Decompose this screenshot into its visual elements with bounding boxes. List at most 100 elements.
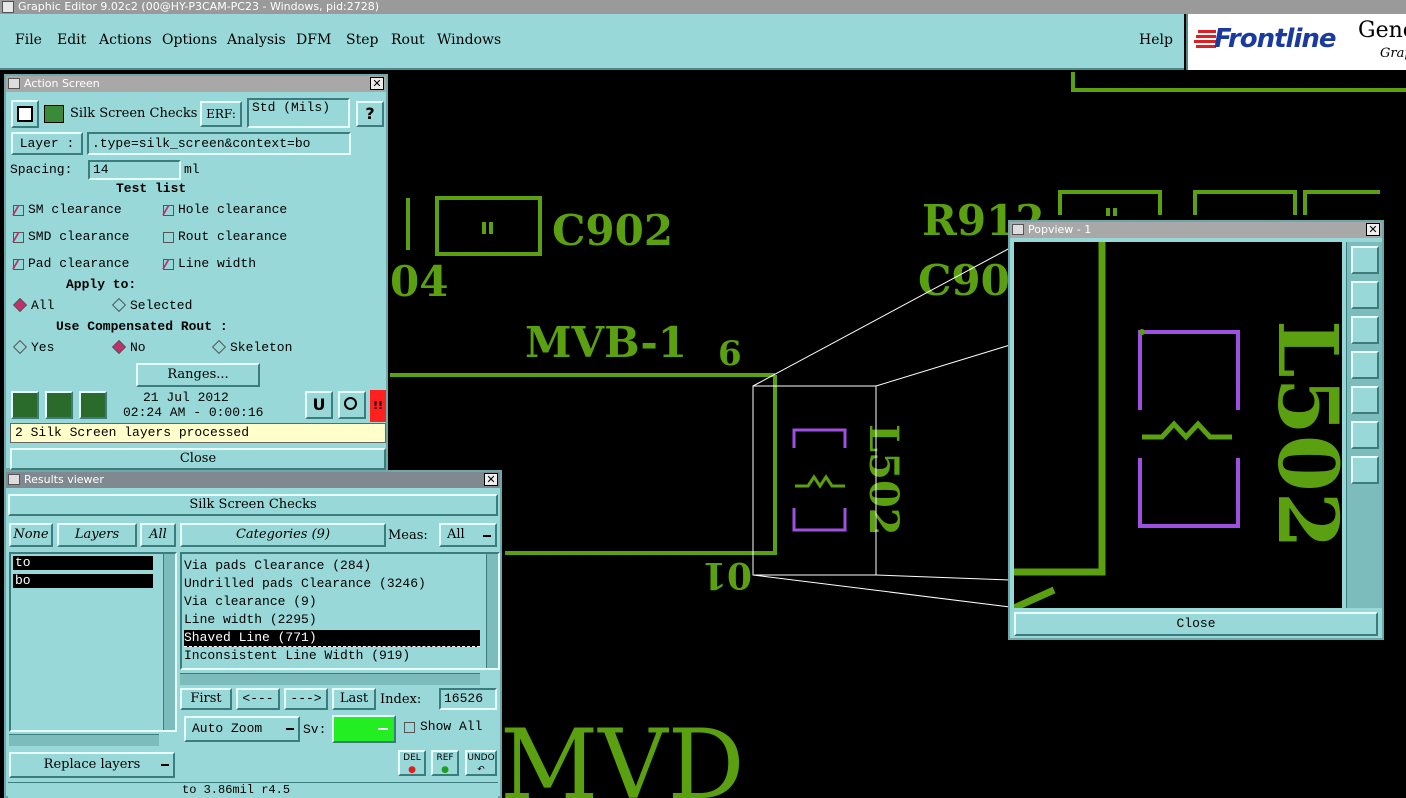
list-item[interactable]: bo	[13, 574, 153, 588]
close-icon[interactable]: ✕	[370, 77, 384, 90]
layers-scrollbar[interactable]	[163, 554, 175, 730]
menu-rout[interactable]: Rout	[391, 32, 425, 48]
run-all-icon[interactable]	[45, 391, 73, 419]
undo-button[interactable]: UNDO ↶	[465, 750, 497, 776]
undo-arrow-icon: ↶	[477, 765, 485, 775]
list-item[interactable]: Via pads Clearance (284)	[184, 558, 371, 573]
menu-analysis[interactable]: Analysis	[227, 32, 286, 48]
run-selected-icon[interactable]	[79, 391, 107, 419]
pan-up-left-icon[interactable]	[1351, 246, 1379, 274]
pan-left-icon[interactable]	[1351, 351, 1379, 379]
all-button[interactable]: All	[140, 523, 176, 547]
menu-windows[interactable]: Windows	[437, 32, 501, 48]
next-button[interactable]: --->	[284, 688, 328, 710]
menu-step[interactable]: Step	[346, 32, 378, 48]
replace-layers-dropdown[interactable]: Replace layers	[9, 752, 175, 778]
pan-up-icon[interactable]	[1351, 281, 1379, 309]
checklist-icon[interactable]	[11, 100, 39, 128]
apply-selected-radio[interactable]	[111, 297, 127, 313]
del-button[interactable]: DEL ●	[398, 750, 426, 776]
label-mvd: MVD	[500, 709, 745, 798]
pan-down-icon[interactable]	[1351, 316, 1379, 344]
del-dot-icon: ●	[408, 765, 416, 775]
close-icon[interactable]: ✕	[1366, 223, 1380, 236]
smd-clearance-checkbox[interactable]	[13, 232, 24, 243]
results-header-button[interactable]: Silk Screen Checks	[8, 494, 498, 516]
spacing-input[interactable]: 14	[88, 160, 181, 180]
help-button[interactable]: ?	[356, 101, 384, 127]
app-icon	[2, 1, 14, 13]
erf-value[interactable]: Std (Mils)	[247, 98, 350, 128]
comp-no-radio[interactable]	[111, 339, 127, 355]
test-list-label: Test list	[116, 181, 187, 196]
u-button[interactable]: U	[305, 391, 333, 419]
line-width-checkbox[interactable]	[163, 259, 174, 270]
action-close-button[interactable]: Close	[10, 448, 386, 470]
categories-scrollbar[interactable]	[486, 554, 498, 668]
categories-button[interactable]: Categories (9)	[180, 523, 386, 547]
window-menu-icon[interactable]	[8, 474, 20, 485]
layer-button[interactable]: Layer :	[11, 132, 83, 155]
layers-hscrollbar[interactable]	[9, 734, 159, 746]
show-all-checkbox[interactable]	[404, 722, 415, 733]
menu-dfm[interactable]: DFM	[296, 32, 331, 48]
pad-clearance-checkbox[interactable]	[13, 259, 24, 270]
list-item[interactable]: Undrilled pads Clearance (3246)	[184, 576, 426, 591]
index-input[interactable]: 16526	[439, 688, 497, 710]
window-menu-icon[interactable]	[1012, 224, 1024, 235]
pan-right-icon[interactable]	[1351, 386, 1379, 414]
menu-options[interactable]: Options	[162, 32, 217, 48]
dropdown-icon	[378, 728, 388, 730]
comp-yes-label: Yes	[31, 340, 55, 355]
results-viewer-window: Results viewer ✕ Silk Screen Checks None…	[4, 470, 502, 798]
popview-canvas[interactable]: L502	[1014, 242, 1342, 608]
list-item-selected[interactable]: Shaved Line (771)	[184, 630, 480, 647]
results-viewer-titlebar: Results viewer ✕	[6, 472, 500, 488]
comp-skeleton-radio[interactable]	[211, 339, 227, 355]
close-icon[interactable]: ✕	[484, 473, 498, 486]
action-screen-titlebar: Action Screen ✕	[6, 76, 386, 92]
rout-clearance-checkbox[interactable]	[163, 232, 174, 243]
apply-all-radio[interactable]	[12, 297, 28, 313]
list-item[interactable]: Inconsistent Line Width (919)	[184, 648, 410, 663]
categories-list[interactable]: Via pads Clearance (284) Undrilled pads …	[180, 552, 500, 670]
zoom-out-icon[interactable]	[1351, 456, 1379, 484]
spacing-unit: ml	[184, 162, 200, 177]
categories-hscrollbar[interactable]	[180, 673, 480, 685]
list-item[interactable]: to	[13, 556, 153, 570]
window-menu-icon[interactable]	[8, 78, 20, 89]
meas-dropdown[interactable]: All	[439, 523, 497, 547]
hole-clearance-label: Hole clearance	[178, 202, 288, 217]
hole-clearance-checkbox[interactable]	[163, 205, 174, 216]
list-item[interactable]: Via clearance (9)	[184, 594, 317, 609]
menu-help[interactable]: Help	[1139, 32, 1173, 48]
spacing-label: Spacing:	[10, 162, 73, 177]
comp-yes-radio[interactable]	[12, 339, 28, 355]
last-button[interactable]: Last	[332, 688, 376, 710]
menu-file[interactable]: File	[15, 32, 42, 48]
alert-indicator[interactable]: !!	[370, 390, 386, 422]
layers-button[interactable]: Layers	[57, 523, 137, 547]
popview-titlebar: Popview - 1 ✕	[1010, 222, 1382, 238]
layer-input[interactable]: .type=silk_screen&context=bo	[87, 132, 351, 155]
list-item[interactable]: Line width (2295)	[184, 612, 317, 627]
logo-stripes-icon	[1194, 30, 1216, 48]
zoom-in-icon[interactable]	[1351, 421, 1379, 449]
auto-zoom-dropdown[interactable]: Auto Zoom	[184, 716, 300, 742]
sv-color-dropdown[interactable]	[332, 715, 396, 743]
logo-line1: Gene	[1358, 18, 1406, 43]
label-01: 01	[702, 554, 752, 596]
none-button[interactable]: None	[9, 523, 53, 547]
menu-actions[interactable]: Actions	[99, 32, 152, 48]
sm-clearance-checkbox[interactable]	[13, 205, 24, 216]
popview-close-button[interactable]: Close	[1014, 612, 1378, 636]
menu-edit[interactable]: Edit	[57, 32, 86, 48]
run-icon[interactable]	[11, 391, 39, 419]
erf-button[interactable]: ERF:	[200, 101, 242, 127]
layers-list[interactable]: to bo	[9, 552, 177, 732]
prev-button[interactable]: <---	[236, 688, 280, 710]
zoom-icon[interactable]	[338, 391, 366, 419]
ref-button[interactable]: REF ●	[431, 750, 459, 776]
first-button[interactable]: First	[180, 688, 232, 710]
ranges-button[interactable]: Ranges...	[136, 363, 260, 387]
